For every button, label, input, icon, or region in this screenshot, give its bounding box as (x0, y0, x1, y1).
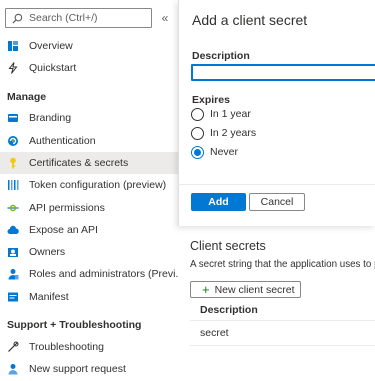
sidebar-item-quickstart[interactable]: Quickstart (0, 57, 178, 79)
sidebar-item-label: Manifest (29, 291, 69, 303)
cancel-button[interactable]: Cancel (249, 193, 305, 211)
roles-icon (7, 268, 19, 280)
owners-icon (7, 246, 19, 258)
plus-icon: + (202, 282, 210, 297)
sidebar-item-label: Roles and administrators (Previ... (29, 268, 185, 280)
sidebar-item-certificates-secrets[interactable]: Certificates & secrets (0, 152, 178, 174)
token-icon (7, 179, 19, 191)
table-divider (190, 320, 375, 321)
search-placeholder: Search (Ctrl+/) (29, 12, 98, 24)
manifest-icon (7, 291, 19, 303)
sidebar-item-label: Branding (29, 112, 72, 124)
sidebar-item-token-configuration[interactable]: Token configuration (preview) (0, 174, 178, 196)
support-person-icon (7, 363, 19, 375)
radio-button-checked[interactable] (191, 145, 204, 159)
sidebar-item-roles-administrators[interactable]: Roles and administrators (Previ... (0, 263, 184, 285)
section-heading-support: Support + Troubleshooting (7, 319, 142, 331)
radio-label: Never (210, 146, 239, 158)
sidebar-item-label: Owners (29, 246, 66, 258)
sidebar-item-label: Overview (29, 40, 73, 52)
sidebar-item-troubleshooting[interactable]: Troubleshooting (0, 336, 178, 358)
search-row: Search (Ctrl+/) « (0, 0, 178, 36)
sidebar-item-overview[interactable]: Overview (0, 35, 178, 57)
quickstart-icon (7, 62, 19, 74)
section-heading-manage: Manage (7, 91, 47, 103)
radio-dot (194, 148, 201, 156)
expires-option-2-years[interactable]: In 2 years (191, 126, 256, 140)
sidebar-item-api-permissions[interactable]: API permissions (0, 197, 178, 219)
branding-icon (7, 112, 19, 124)
table-header-description: Description (200, 304, 258, 316)
sidebar-item-authentication[interactable]: Authentication (0, 130, 178, 152)
description-label: Description (192, 50, 250, 62)
overview-icon (7, 40, 19, 52)
sidebar-item-label: Expose an API (29, 224, 98, 236)
expires-option-1-year[interactable]: In 1 year (191, 107, 251, 121)
sidebar-item-label: API permissions (29, 202, 105, 214)
panel-footer-divider (178, 184, 375, 185)
table-divider (190, 345, 375, 346)
description-input[interactable] (191, 64, 375, 81)
sidebar-item-new-support-request[interactable]: New support request (0, 358, 178, 380)
radio-button[interactable] (191, 126, 204, 140)
new-client-secret-label: New client secret (214, 283, 295, 296)
radio-label: In 2 years (210, 127, 257, 139)
sidebar-item-label: Token configuration (preview) (29, 179, 167, 191)
sidebar-item-label: Authentication (29, 135, 96, 147)
sidebar: Search (Ctrl+/) « Overview Quickstart Ma… (0, 0, 184, 381)
new-client-secret-button[interactable]: + New client secret (190, 281, 301, 298)
panel-title: Add a client secret (192, 12, 308, 28)
authentication-icon (7, 135, 19, 147)
sidebar-item-manifest[interactable]: Manifest (0, 286, 178, 308)
key-icon (7, 157, 19, 169)
sidebar-item-label: New support request (29, 363, 126, 375)
expires-option-never[interactable]: Never (191, 145, 238, 159)
sidebar-item-owners[interactable]: Owners (0, 241, 178, 263)
search-icon (12, 13, 23, 24)
search-input[interactable]: Search (Ctrl+/) (5, 8, 152, 28)
collapse-sidebar-button[interactable]: « (159, 10, 171, 26)
wrench-icon (7, 341, 19, 353)
sidebar-item-label: Certificates & secrets (29, 157, 129, 169)
client-secrets-description: A secret string that the application use… (190, 259, 375, 270)
expires-label: Expires (192, 94, 230, 106)
radio-label: In 1 year (210, 108, 251, 120)
api-permissions-icon (7, 202, 19, 214)
radio-button[interactable] (191, 107, 204, 121)
sidebar-item-label: Troubleshooting (29, 341, 104, 353)
add-button[interactable]: Add (191, 193, 246, 211)
sidebar-item-expose-api[interactable]: Expose an API (0, 219, 178, 241)
sidebar-item-branding[interactable]: Branding (0, 107, 178, 129)
cloud-icon (7, 224, 19, 236)
table-row-description: secret (200, 327, 229, 339)
client-secrets-heading: Client secrets (190, 239, 266, 253)
sidebar-item-label: Quickstart (29, 62, 77, 74)
